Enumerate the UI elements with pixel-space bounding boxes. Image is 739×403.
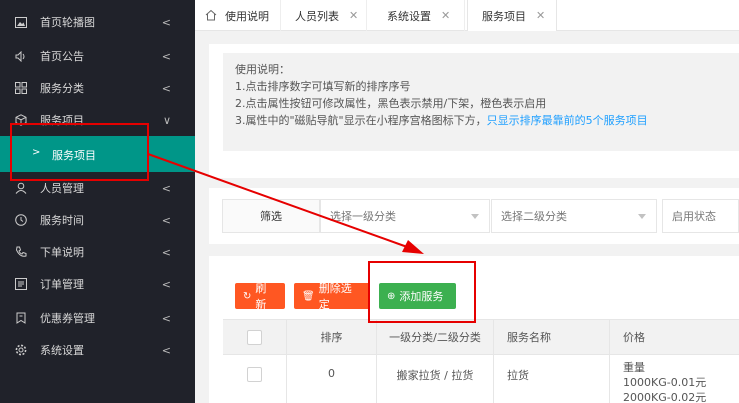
sidebar-item-label: 订单管理 [40, 278, 84, 291]
caret-down-icon [471, 214, 479, 219]
grid-icon [14, 81, 28, 95]
button-label: 刷新 [255, 282, 267, 311]
sidebar-item-time[interactable]: 服务时间 < [0, 204, 195, 236]
usage-notice: 使用说明： 1.点击排序数字可填写新的排序序号 2.点击属性按钮可修改属性，黑色… [223, 53, 739, 151]
button-label: 删除选定 [318, 282, 352, 311]
ticket-icon [14, 311, 28, 325]
row-checkbox[interactable] [247, 367, 262, 382]
chevron-down-icon: ∨ [162, 113, 171, 127]
sidebar-item-label: 服务时间 [40, 214, 84, 227]
sidebar-item-banner[interactable]: 首页轮播图 < [0, 6, 195, 38]
tab-system-settings[interactable]: 系统设置 ✕ [367, 0, 465, 31]
price-line: 2000KG-0.02元 [623, 391, 707, 403]
column-header-name[interactable]: 服务名称 [494, 319, 610, 355]
primary-category-select[interactable]: 选择一级分类 [320, 199, 490, 233]
delete-selected-button[interactable]: 🗑 删除选定 [294, 282, 370, 311]
sidebar-item-label: 下单说明 [40, 246, 84, 259]
sidebar: 首页轮播图 < 首页公告 < 服务分类 < 服务项目 ∨ > 服务项目 人员管理… [0, 0, 195, 403]
sidebar-item-order-notes[interactable]: 下单说明 < [0, 236, 195, 268]
chevron-left-icon: < [161, 245, 171, 259]
row-sort-cell[interactable]: 0 [287, 355, 377, 403]
column-header-price[interactable]: 价格 [610, 319, 739, 355]
sidebar-item-label: 优惠券管理 [40, 312, 95, 325]
sidebar-item-orders[interactable]: 订单管理 < [0, 268, 195, 300]
sidebar-item-label: 首页轮播图 [40, 16, 95, 29]
home-icon [205, 9, 217, 21]
chevron-left-icon: < [161, 81, 171, 95]
select-value: 选择二级分类 [501, 210, 567, 223]
sidebar-item-label: 系统设置 [40, 344, 84, 357]
chevron-left-icon: < [161, 343, 171, 357]
caret-down-icon [638, 214, 646, 219]
notice-line-text: 3.属性中的"磁贴导航"显示在小程序宫格图标下方， [235, 114, 487, 127]
close-icon[interactable]: ✕ [441, 9, 450, 22]
image-icon [14, 15, 28, 29]
row-select-cell [223, 355, 287, 403]
close-icon[interactable]: ✕ [349, 9, 358, 22]
clock-icon [14, 213, 28, 227]
row-category-cell: 搬家拉货 / 拉货 [377, 355, 494, 403]
column-header-category[interactable]: 一级分类/二级分类 [377, 319, 494, 355]
phone-icon [14, 245, 28, 259]
refresh-icon: ↻ [243, 290, 252, 302]
price-line: 重量 [623, 361, 645, 374]
sidebar-item-label: 服务分类 [40, 82, 84, 95]
tab-service-project[interactable]: 服务项目 ✕ [467, 0, 557, 31]
select-all-cell [223, 319, 287, 355]
sidebar-item-label: 人员管理 [40, 182, 84, 195]
secondary-category-select[interactable]: 选择二级分类 [491, 199, 657, 233]
chevron-left-icon: < [161, 15, 171, 29]
tab-label: 系统设置 [387, 9, 431, 23]
close-icon[interactable]: ✕ [536, 9, 545, 22]
tab-staff-list[interactable]: 人员列表 ✕ [281, 0, 367, 31]
chevron-left-icon: < [161, 213, 171, 227]
tab-label: 人员列表 [295, 9, 339, 23]
chevron-left-icon: < [161, 181, 171, 195]
highlight-box-add-button [368, 261, 476, 323]
select-value: 选择一级分类 [330, 210, 396, 223]
sidebar-item-settings[interactable]: 系统设置 < [0, 334, 195, 366]
row-name-cell: 拉货 [494, 355, 610, 403]
notice-link: 只显示排序最靠前的5个服务项目 [486, 114, 648, 127]
notice-title: 使用说明： [235, 63, 290, 76]
sidebar-item-notice[interactable]: 首页公告 < [0, 40, 195, 72]
tab-label: 服务项目 [482, 9, 526, 23]
refresh-button[interactable]: ↻ 刷新 [235, 282, 285, 311]
list-icon [14, 277, 28, 291]
tab-label: 使用说明 [225, 9, 269, 23]
sidebar-item-label: 首页公告 [40, 50, 84, 63]
notice-line: 1.点击排序数字可填写新的排序序号 [235, 80, 411, 93]
user-icon [14, 181, 28, 195]
filter-label: 筛选 [222, 199, 320, 233]
sidebar-item-category[interactable]: 服务分类 < [0, 72, 195, 104]
column-header-sort[interactable]: 排序 [287, 319, 377, 355]
select-value: 启用状态 [672, 210, 716, 223]
chevron-left-icon: < [161, 277, 171, 291]
chevron-left-icon: < [161, 49, 171, 63]
row-price-cell: 重量 1000KG-0.01元 2000KG-0.02元 [623, 360, 706, 403]
gear-icon [14, 343, 28, 357]
notice-line: 2.点击属性按钮可修改属性，黑色表示禁用/下架，橙色表示启用 [235, 97, 547, 110]
status-select[interactable]: 启用状态 [662, 199, 739, 233]
select-all-checkbox[interactable] [247, 329, 262, 345]
highlight-box-sidebar [10, 123, 149, 181]
notice-line: 3.属性中的"磁贴导航"显示在小程序宫格图标下方，只显示排序最靠前的5个服务项目 [235, 112, 727, 129]
tab-bar: 使用说明 人员列表 ✕ 系统设置 ✕ 服务项目 ✕ [195, 0, 739, 31]
tab-instructions[interactable]: 使用说明 [195, 0, 281, 31]
price-line: 1000KG-0.01元 [623, 376, 707, 389]
sidebar-item-coupons[interactable]: 优惠券管理 < [0, 302, 195, 334]
chevron-left-icon: < [161, 311, 171, 325]
trash-icon: 🗑 [302, 290, 315, 302]
speaker-icon [14, 49, 28, 63]
